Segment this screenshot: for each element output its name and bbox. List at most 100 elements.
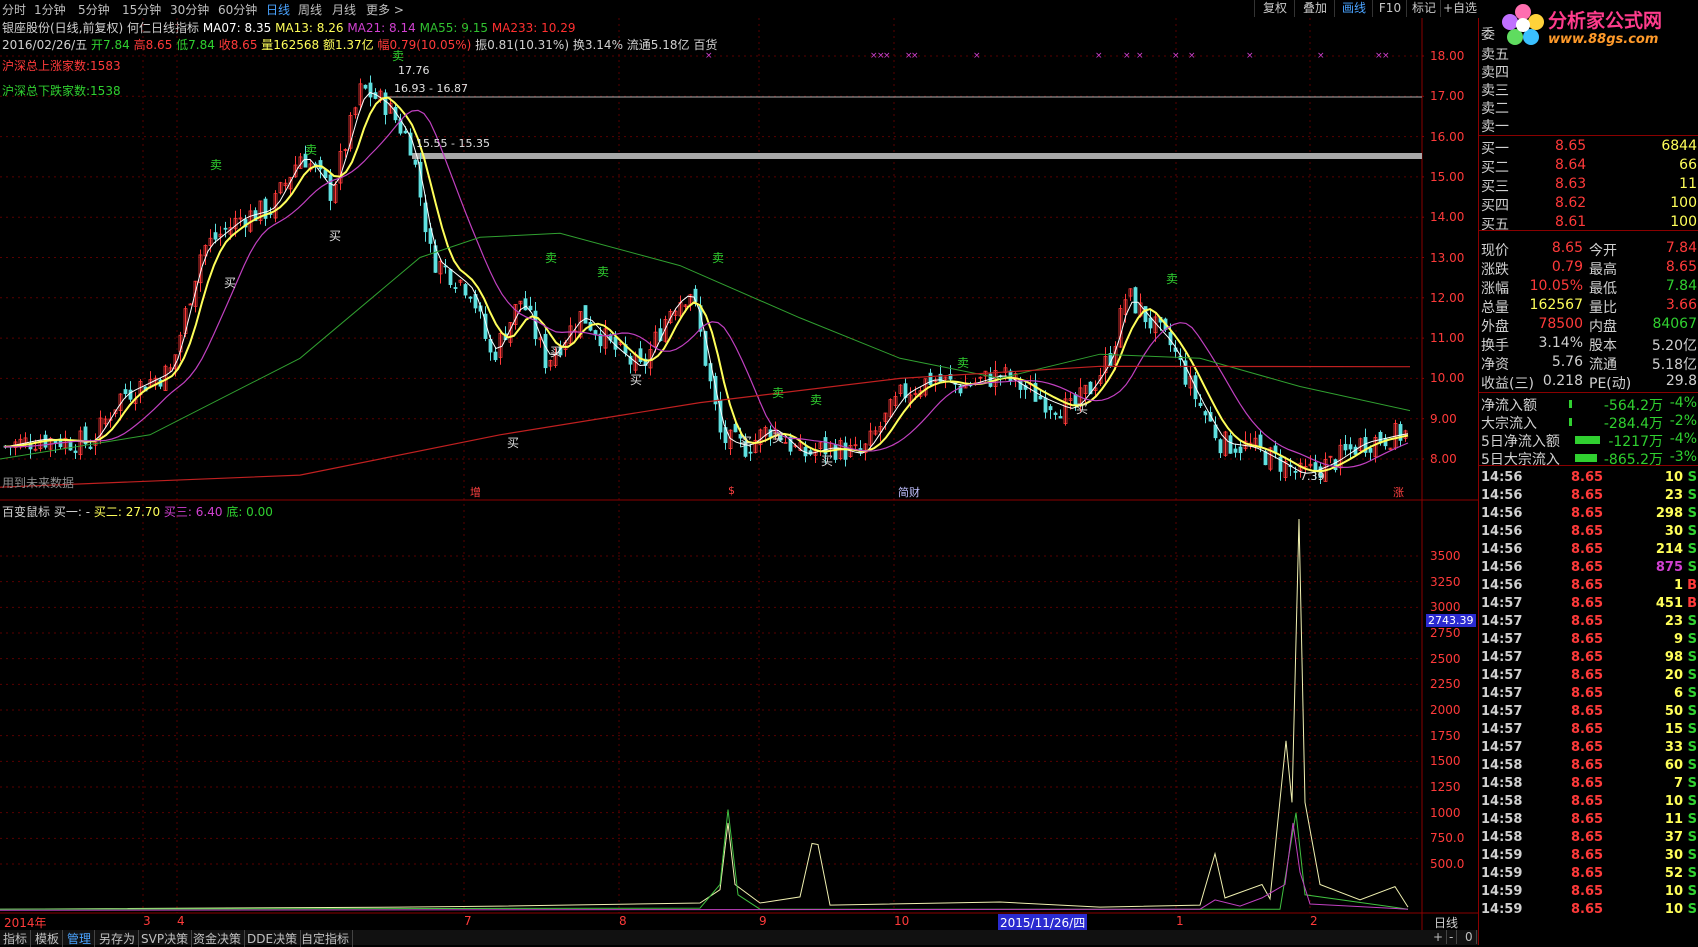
zoom-reset-button[interactable]: 0 bbox=[1462, 930, 1477, 944]
quote-value: 84067 bbox=[1652, 316, 1697, 332]
tick-row: 14:57 8.65 50 S bbox=[1481, 704, 1697, 722]
tab-svp[interactable]: SVP决策 bbox=[138, 930, 193, 947]
tab-custom[interactable]: 自定指标 bbox=[298, 930, 354, 947]
date-label-year: 2014年 bbox=[4, 916, 47, 930]
date-label-10: 10 bbox=[894, 914, 910, 928]
buy-level-volume: 6844 bbox=[1661, 138, 1697, 154]
quote-label: 总量 bbox=[1481, 300, 1509, 316]
tick-price: 8.65 bbox=[1571, 794, 1604, 809]
tick-row: 14:58 8.65 10 S bbox=[1481, 794, 1697, 812]
cursor-date-box: 2015/11/26/四 bbox=[998, 914, 1088, 931]
date-label-9: 9 bbox=[759, 914, 767, 928]
candle-body bbox=[1368, 448, 1373, 453]
sub-bottom: 底: 0.00 bbox=[226, 505, 273, 519]
zoom-out-button[interactable]: - bbox=[1446, 930, 1458, 944]
bottom-line bbox=[0, 809, 1409, 910]
event-marker-1[interactable]: 增 bbox=[470, 484, 481, 500]
tick-side: B bbox=[1687, 578, 1697, 593]
sell-signal: 卖 bbox=[597, 265, 609, 279]
candle-body bbox=[833, 444, 838, 460]
candle-body bbox=[613, 336, 618, 350]
fund-flow-bar bbox=[1569, 400, 1572, 408]
indicator-tick-label: 3500 bbox=[1430, 549, 1461, 563]
tick-price: 8.65 bbox=[1571, 740, 1604, 755]
tick-row: 14:56 8.65 214 S bbox=[1481, 542, 1697, 560]
candle-body bbox=[73, 450, 78, 453]
tick-side: S bbox=[1687, 542, 1697, 557]
sell-signal: 卖 bbox=[810, 393, 822, 407]
candle-body bbox=[88, 446, 93, 449]
tick-price: 8.65 bbox=[1571, 884, 1604, 899]
tab-template[interactable]: 模板 bbox=[32, 930, 64, 947]
tick-price: 8.65 bbox=[1571, 866, 1604, 881]
event-marker-2[interactable]: $ bbox=[728, 484, 735, 497]
candle-body bbox=[368, 82, 373, 98]
tab-manage[interactable]: 管理 bbox=[64, 930, 96, 947]
down-count-label: 沪深总下跌家数:1538 bbox=[2, 84, 121, 98]
candle-body bbox=[448, 269, 453, 285]
tick-volume: 98 bbox=[1664, 650, 1683, 665]
buy-level-row: 买二 8.64 66 bbox=[1481, 157, 1697, 176]
sell-signal: 卖 bbox=[1166, 272, 1178, 286]
period-indicator: 日线 bbox=[1434, 916, 1459, 930]
tick-price: 8.65 bbox=[1571, 560, 1604, 575]
tick-time: 14:57 bbox=[1481, 704, 1523, 719]
tick-price: 8.65 bbox=[1571, 848, 1604, 863]
resistance-band-2 bbox=[412, 153, 1422, 159]
tick-price: 8.65 bbox=[1571, 758, 1604, 773]
zoom-in-button[interactable]: + bbox=[1430, 930, 1448, 944]
quote-row: 现价 8.65 今开 7.84 bbox=[1481, 240, 1697, 259]
tab-fund[interactable]: 资金决策 bbox=[190, 930, 246, 947]
tick-price: 8.65 bbox=[1571, 704, 1604, 719]
tick-side: S bbox=[1687, 902, 1697, 917]
event-marker-4[interactable]: 涨 bbox=[1393, 484, 1404, 500]
tick-row: 14:59 8.65 10 S bbox=[1481, 884, 1697, 902]
kline-chart[interactable]: 卖卖卖卖卖卖卖 卖卖卖买买买买买买 买买买× × ×× ×× × × × × × × × × × × bbox=[0, 0, 1478, 930]
indicator-tick-label: 1000 bbox=[1430, 805, 1461, 820]
tab-save-as[interactable]: 另存为 bbox=[96, 930, 140, 947]
candle-body bbox=[318, 160, 323, 170]
cross-marker: × bbox=[1123, 51, 1131, 61]
candle-body bbox=[123, 389, 128, 395]
tick-volume: 30 bbox=[1664, 524, 1683, 539]
buy-level-label: 买五 bbox=[1481, 217, 1509, 233]
tab-dde[interactable]: DDE决策 bbox=[244, 930, 302, 947]
candle-body bbox=[1258, 434, 1263, 448]
candle-body bbox=[1233, 448, 1238, 453]
tick-row: 14:56 8.65 10 S bbox=[1481, 470, 1697, 488]
quote-label: 现价 bbox=[1481, 243, 1509, 259]
candle-body bbox=[1048, 406, 1053, 411]
buy-signal: 买 bbox=[507, 436, 519, 450]
high-price-label: 17.76 bbox=[398, 64, 430, 77]
tick-price: 8.65 bbox=[1571, 686, 1604, 701]
tick-time: 14:56 bbox=[1481, 542, 1523, 557]
indicator-tick-label: 1250 bbox=[1430, 780, 1461, 794]
quote-value: 5.20亿 bbox=[1651, 338, 1697, 354]
tick-time: 14:57 bbox=[1481, 668, 1523, 683]
tick-row: 14:56 8.65 875 S bbox=[1481, 560, 1697, 578]
buy-level-volume: 66 bbox=[1679, 157, 1697, 173]
tick-row: 14:58 8.65 11 S bbox=[1481, 812, 1697, 830]
tick-time: 14:57 bbox=[1481, 614, 1523, 629]
buy2-line bbox=[0, 518, 1409, 910]
event-marker-3[interactable]: 简财 bbox=[898, 484, 920, 500]
tick-volume: 23 bbox=[1664, 488, 1683, 503]
sell-signal: 卖 bbox=[545, 251, 557, 265]
fund-flow-value: -284.4万 bbox=[1603, 416, 1663, 432]
cursor-value-box: 2743.39 bbox=[1426, 614, 1476, 627]
tick-side: S bbox=[1687, 866, 1697, 881]
candle-body bbox=[1218, 439, 1223, 454]
tick-price: 8.65 bbox=[1571, 470, 1604, 485]
tick-volume: 875 bbox=[1655, 560, 1683, 575]
quote-label: 最低 bbox=[1589, 281, 1617, 297]
candle-body bbox=[383, 92, 388, 115]
tick-time: 14:57 bbox=[1481, 596, 1523, 611]
tick-volume: 298 bbox=[1655, 506, 1683, 521]
candle-body bbox=[928, 372, 933, 385]
quote-row: 涨跌 0.79 最高 8.65 bbox=[1481, 259, 1697, 278]
sub-buy1: 买一: - bbox=[53, 505, 91, 519]
tab-indicator[interactable]: 指标 bbox=[0, 930, 32, 947]
tick-row: 14:56 8.65 23 S bbox=[1481, 488, 1697, 506]
tick-side: S bbox=[1687, 776, 1697, 791]
quote-label: 最高 bbox=[1589, 262, 1617, 278]
